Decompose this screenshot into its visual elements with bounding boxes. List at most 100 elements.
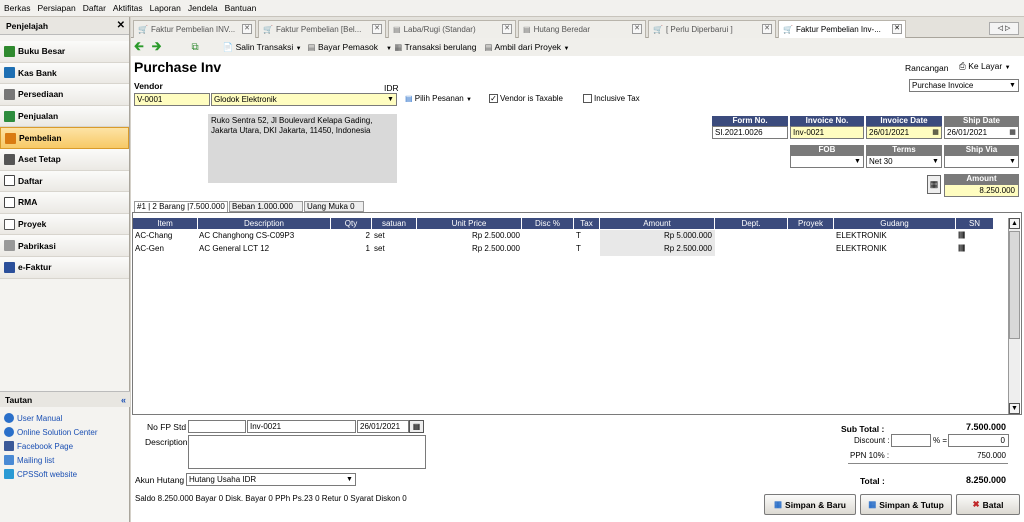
sidebar-item-e-faktur[interactable]: e-Faktur	[0, 256, 129, 279]
sidebar-item-persediaan[interactable]: Persediaan	[0, 84, 129, 106]
discount-percent-input[interactable]	[891, 434, 931, 447]
forward-arrow-icon[interactable]: 🡲	[152, 37, 162, 58]
vendor-name-select[interactable]: Glodok Elektronik ▼	[211, 93, 397, 106]
sidebar-header: Penjelajah ✕	[0, 17, 129, 35]
no-fp-invoice-input[interactable]: Inv-0021	[247, 420, 356, 433]
scroll-down-icon[interactable]: ▼	[1009, 403, 1020, 414]
col-unit-price[interactable]: Unit Price	[417, 218, 522, 229]
tab-barang[interactable]: #1 | 2 Barang |7.500.000	[134, 201, 228, 212]
back-arrow-icon[interactable]: 🡰	[134, 37, 144, 58]
tab-beban[interactable]: Beban 1.000.000	[229, 201, 303, 212]
sidebar-item-proyek[interactable]: Proyek	[0, 213, 129, 236]
col-item[interactable]: Item	[133, 218, 198, 229]
close-icon[interactable]: ✕	[372, 24, 382, 34]
menu-bantuan[interactable]: Bantuan	[225, 3, 257, 13]
col-proyek[interactable]: Proyek	[788, 218, 834, 229]
link-user-manual[interactable]: User Manual	[0, 411, 130, 425]
link-cpssoft[interactable]: CPSSoft website	[0, 467, 130, 481]
sidebar-item-aset-tetap[interactable]: Aset Tetap	[0, 148, 129, 171]
tab-scroll-icon[interactable]: ◁ ▷	[989, 22, 1019, 35]
menu-berkas[interactable]: Berkas	[4, 3, 30, 13]
close-icon[interactable]: ✕	[502, 24, 512, 34]
ke-layar-button[interactable]: ⎙ Ke Layar ▼	[959, 61, 1011, 72]
close-icon[interactable]: ✕	[892, 24, 902, 34]
invoice-date-input[interactable]: 26/01/2021 ▦	[866, 126, 942, 139]
col-dept[interactable]: Dept.	[715, 218, 788, 229]
link-online-solution[interactable]: Online Solution Center	[0, 425, 130, 439]
ambil-proyek-button[interactable]: ▤ Ambil dari Proyek ▼	[485, 42, 570, 53]
tab-label: Faktur Pembelian INV...	[150, 25, 236, 34]
menu-laporan[interactable]: Laporan	[150, 3, 181, 13]
col-satuan[interactable]: satuan	[372, 218, 417, 229]
sidebar-item-kas-bank[interactable]: Kas Bank	[0, 62, 129, 85]
close-icon[interactable]: ✕	[762, 24, 772, 34]
pilih-pesanan-button[interactable]: ▤ Pilih Pesanan ▼	[405, 94, 472, 103]
sidebar-item-rma[interactable]: RMA	[0, 192, 129, 214]
sidebar-item-pabrikasi[interactable]: Pabrikasi	[0, 235, 129, 257]
col-tax[interactable]: Tax	[574, 218, 600, 229]
tab-hutang-beredar[interactable]: ▤ Hutang Beredar ✕	[518, 20, 646, 38]
collapse-icon[interactable]: «	[121, 395, 126, 405]
col-gudang[interactable]: Gudang	[834, 218, 956, 229]
ship-via-select[interactable]: ▼	[944, 155, 1019, 168]
sidebar-item-buku-besar[interactable]: Buku Besar	[0, 41, 129, 63]
tab-perlu-diperbarui[interactable]: 🛒[ Perlu Diperbarui ] ✕	[648, 20, 776, 38]
grid-scrollbar[interactable]: ▲ ▼	[1008, 218, 1020, 414]
simpan-baru-button[interactable]: ▦ Simpan & Baru	[764, 494, 856, 515]
col-sn[interactable]: SN	[956, 218, 994, 229]
col-disc[interactable]: Disc %	[522, 218, 574, 229]
terms-select[interactable]: Net 30 ▼	[866, 155, 942, 168]
vendor-name-value: Glodok Elektronik	[214, 95, 277, 104]
invoice-no-input[interactable]: Inv-0021	[790, 126, 864, 139]
salin-transaksi-button[interactable]: 📄 Salin Transaksi ▼	[223, 42, 302, 53]
batal-button[interactable]: ✖ Batal	[956, 494, 1020, 515]
fob-select[interactable]: ▼	[790, 155, 864, 168]
no-fp-input[interactable]	[188, 420, 246, 433]
scroll-up-icon[interactable]: ▲	[1009, 218, 1020, 229]
vendor-taxable-checkbox[interactable]: ✓ Vendor is Taxable	[489, 94, 563, 104]
ship-date-input[interactable]: 26/01/2021 ▦	[944, 126, 1019, 139]
form-no-input[interactable]: SI.2021.0026	[712, 126, 788, 139]
transaksi-berulang-button[interactable]: ▼ ▦ Transaksi berulang	[386, 42, 477, 53]
link-mailing-list[interactable]: Mailing list	[0, 453, 130, 467]
col-qty[interactable]: Qty	[331, 218, 372, 229]
menu-persiapan[interactable]: Persiapan	[37, 3, 75, 13]
rma-icon	[4, 196, 15, 208]
discount-amount-input[interactable]: 0	[948, 434, 1009, 447]
sidebar-item-penjualan[interactable]: Penjualan	[0, 105, 129, 128]
sidebar-close-icon[interactable]: ✕	[117, 20, 125, 31]
total-divider	[848, 463, 1008, 464]
menu-jendela[interactable]: Jendela	[188, 3, 218, 13]
calendar-icon[interactable]: ▦	[409, 420, 424, 433]
no-fp-date-input[interactable]: 26/01/2021	[357, 420, 409, 433]
menu-aktifitas[interactable]: Aktifitas	[113, 3, 143, 13]
barcode-icon[interactable]: ||||||||	[958, 243, 992, 255]
berulang-label: Transaksi berulang	[404, 41, 477, 52]
tab-faktur-2[interactable]: 🛒 Faktur Pembelian [Bel... ✕	[258, 20, 386, 38]
tab-uang-muka[interactable]: Uang Muka 0	[304, 201, 364, 212]
calendar-icon[interactable]: ▦	[930, 127, 941, 138]
menu-daftar[interactable]: Daftar	[83, 3, 106, 13]
calculator-icon[interactable]: ▦	[927, 175, 941, 194]
copy-icon[interactable]: ⧉	[191, 42, 198, 53]
simpan-tutup-button[interactable]: ▦ Simpan & Tutup	[860, 494, 952, 515]
akun-hutang-select[interactable]: Hutang Usaha IDR ▼	[186, 473, 356, 486]
vendor-code-input[interactable]: V-0001	[134, 93, 210, 106]
calendar-icon[interactable]: ▦	[1007, 127, 1018, 138]
tab-faktur-active[interactable]: 🛒 Faktur Pembelian Inv-... ✕	[778, 20, 906, 38]
tab-faktur-1[interactable]: 🛒 Faktur Pembelian INV... ✕	[133, 20, 256, 38]
col-description[interactable]: Description	[198, 218, 331, 229]
sidebar-item-daftar[interactable]: Daftar	[0, 170, 129, 193]
col-amount[interactable]: Amount	[600, 218, 715, 229]
rancangan-select[interactable]: Purchase Invoice ▼	[909, 79, 1019, 92]
close-icon[interactable]: ✕	[242, 24, 252, 34]
description-textarea[interactable]	[188, 435, 426, 469]
close-icon[interactable]: ✕	[632, 24, 642, 34]
scroll-thumb[interactable]	[1009, 231, 1020, 339]
bayar-pemasok-button[interactable]: ▤ Bayar Pemasok	[308, 42, 378, 53]
link-facebook[interactable]: Facebook Page	[0, 439, 130, 453]
inclusive-tax-checkbox[interactable]: Inclusive Tax	[583, 94, 640, 104]
barcode-icon[interactable]: ||||||||	[958, 230, 992, 242]
sidebar-item-pembelian[interactable]: Pembelian	[0, 127, 129, 149]
tab-laba-rugi[interactable]: ▤ Laba/Rugi (Standar) ✕	[388, 20, 516, 38]
